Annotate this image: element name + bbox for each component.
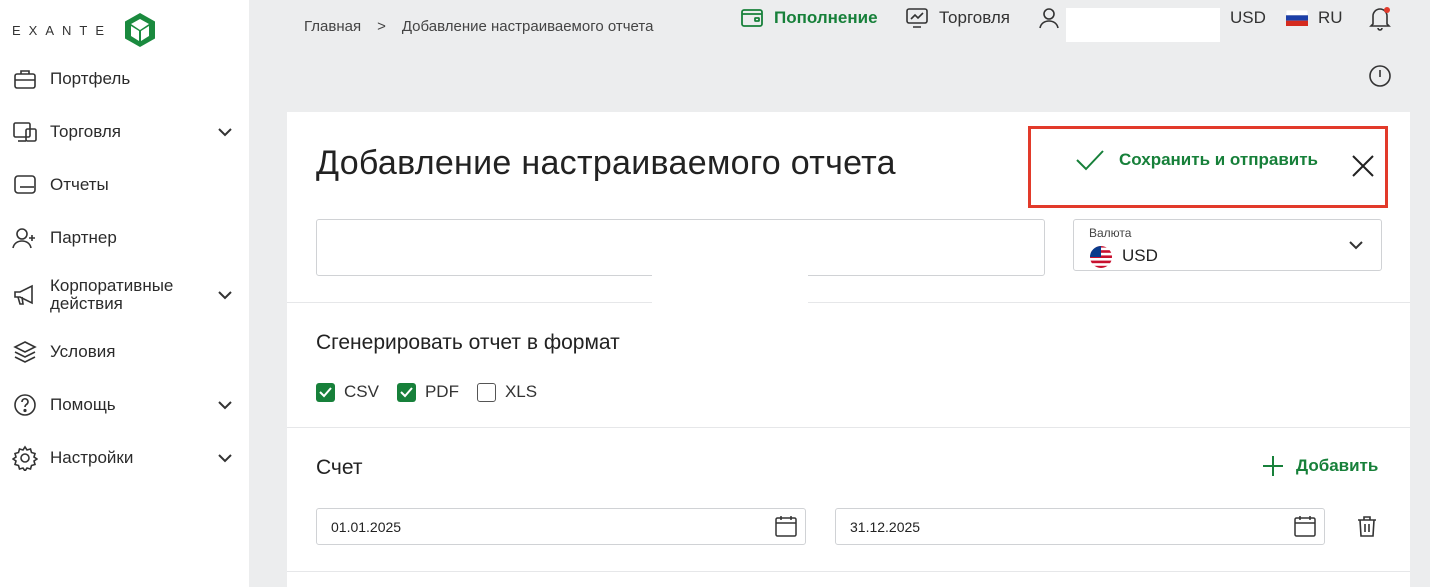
trash-icon[interactable]	[1355, 514, 1379, 538]
logout-button[interactable]	[1368, 58, 1392, 94]
account-section-title: Счет	[316, 456, 363, 479]
notifications-button[interactable]	[1368, 0, 1392, 36]
sidebar-item-label: Корпоративные	[50, 276, 174, 295]
sidebar-item-trading[interactable]: Торговля	[0, 119, 249, 145]
format-section-title: Сгенерировать отчет в формат	[316, 331, 620, 354]
language-label: RU	[1318, 8, 1343, 27]
logo-text: EXANTE	[12, 22, 113, 38]
currency-switch[interactable]: USD	[1230, 0, 1266, 36]
layers-icon	[12, 339, 38, 365]
sidebar-item-corporate-actions[interactable]: Корпоративные действия	[0, 276, 249, 314]
sidebar-item-partner[interactable]: Партнер	[0, 225, 249, 251]
sidebar-item-portfolio[interactable]: Портфель	[0, 66, 249, 92]
add-account-label: Добавить	[1296, 456, 1379, 475]
format-checkboxes: CSV PDF XLS	[316, 382, 555, 402]
usa-flag-icon	[1090, 246, 1112, 268]
report-form-card: Добавление настраиваемого отчета Сохрани…	[287, 112, 1410, 587]
divider	[287, 302, 1410, 303]
divider	[287, 427, 1410, 428]
chevron-down-icon[interactable]	[216, 123, 234, 141]
chevron-down-icon	[1349, 241, 1363, 250]
check-icon	[1076, 150, 1104, 171]
breadcrumb-current: Добавление настраиваемого отчета	[401, 18, 654, 35]
sidebar-item-label: Партнер	[50, 228, 117, 247]
sidebar-item-help[interactable]: Помощь	[0, 392, 249, 418]
add-account-button[interactable]: Добавить	[1262, 455, 1378, 477]
currency-select-label: Валюта	[1089, 226, 1132, 240]
chevron-down-icon[interactable]	[216, 396, 234, 414]
divider	[287, 571, 1410, 572]
trading-label: Торговля	[939, 8, 1011, 27]
deposit-label: Пополнение	[774, 8, 878, 27]
format-csv-checkbox[interactable]: CSV	[316, 382, 379, 402]
redaction-mask	[652, 327, 662, 355]
format-xls-checkbox[interactable]: XLS	[476, 382, 538, 402]
save-and-send-label: Сохранить и отправить	[1119, 150, 1318, 169]
sidebar-item-label: Торговля	[50, 122, 122, 141]
chart-monitor-icon	[906, 8, 928, 28]
format-label: CSV	[344, 382, 379, 401]
breadcrumb-home[interactable]: Главная	[304, 18, 361, 35]
logo-icon	[125, 13, 156, 47]
report-icon	[12, 172, 38, 198]
megaphone-icon	[12, 282, 38, 308]
power-icon	[1369, 65, 1391, 87]
checkbox-checked	[316, 382, 335, 402]
close-icon[interactable]	[1350, 153, 1376, 179]
logo[interactable]: EXANTE	[12, 12, 158, 48]
briefcase-icon	[12, 66, 38, 92]
chevron-down-icon[interactable]	[216, 286, 234, 304]
calendar-icon[interactable]	[1294, 515, 1316, 537]
help-icon	[12, 392, 38, 418]
monitor-icon	[12, 119, 38, 145]
check-icon	[400, 386, 413, 397]
sidebar-item-label: Портфель	[50, 69, 131, 88]
calendar-icon[interactable]	[775, 515, 797, 537]
language-switch[interactable]: RU	[1286, 0, 1343, 36]
sidebar-item-label-line2: действия	[50, 294, 123, 313]
date-from-input[interactable]: 01.01.2025	[316, 508, 806, 545]
russia-flag-icon	[1286, 10, 1308, 26]
gear-icon	[12, 445, 38, 471]
report-name-input[interactable]	[316, 219, 1045, 276]
currency-label: USD	[1230, 8, 1266, 27]
deposit-button[interactable]: Пополнение	[740, 0, 878, 36]
format-label: XLS	[504, 382, 538, 401]
checkbox-unchecked	[476, 382, 496, 402]
redaction-mask	[652, 272, 808, 308]
format-pdf-checkbox[interactable]: PDF	[396, 382, 459, 402]
page-title: Добавление настраиваемого отчета	[316, 144, 896, 182]
plus-icon	[1263, 456, 1283, 476]
date-to-input[interactable]: 31.12.2025	[835, 508, 1325, 545]
breadcrumb-separator: >	[377, 18, 386, 35]
check-icon	[319, 386, 332, 397]
format-label: PDF	[424, 382, 459, 401]
checkbox-checked	[396, 382, 416, 402]
sidebar-item-settings[interactable]: Настройки	[0, 445, 249, 471]
currency-select-value: USD	[1122, 246, 1158, 265]
sidebar-item-label: Условия	[50, 342, 116, 361]
user-menu[interactable]	[1038, 0, 1060, 36]
sidebar-item-label: Отчеты	[50, 175, 109, 194]
user-plus-icon	[12, 225, 38, 251]
sidebar-item-label: Помощь	[50, 395, 116, 414]
chevron-down-icon[interactable]	[216, 449, 234, 467]
date-to-value: 31.12.2025	[850, 519, 921, 535]
sidebar-item-reports[interactable]: Отчеты	[0, 172, 249, 198]
wallet-icon	[741, 9, 763, 27]
date-from-value: 01.01.2025	[331, 519, 402, 535]
breadcrumb: Главная > Добавление настраиваемого отче…	[304, 18, 653, 35]
save-and-send-button[interactable]: Сохранить и отправить	[1075, 148, 1318, 172]
sidebar: EXANTE Портфель Торговля Отчеты Партнер	[0, 0, 249, 587]
currency-select[interactable]: Валюта USD	[1073, 219, 1382, 271]
user-icon	[1039, 8, 1059, 29]
main-area: Главная > Добавление настраиваемого отче…	[249, 0, 1430, 587]
user-name-field	[1066, 8, 1220, 42]
trading-button[interactable]: Торговля	[905, 0, 1010, 36]
bell-icon	[1369, 7, 1391, 31]
sidebar-item-label: Настройки	[50, 448, 134, 467]
sidebar-item-conditions[interactable]: Условия	[0, 339, 249, 365]
